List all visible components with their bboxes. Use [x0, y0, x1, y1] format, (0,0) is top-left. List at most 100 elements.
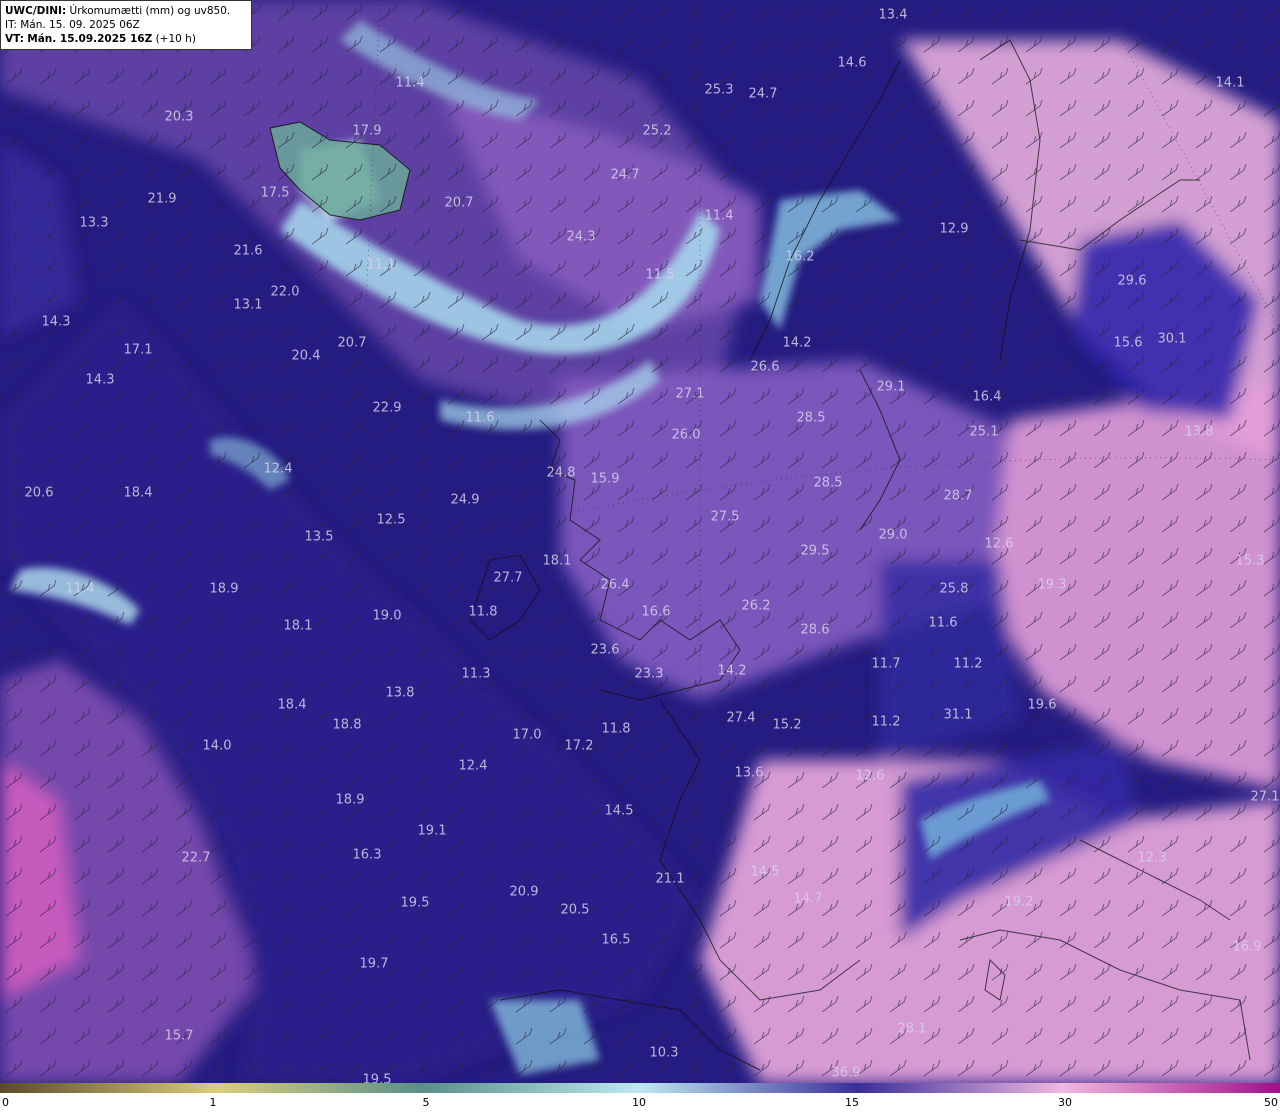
precip-value-label: 18.8 [332, 717, 362, 733]
precip-value-label: 16.5 [601, 932, 631, 948]
precip-value-label: 23.3 [634, 666, 664, 682]
precip-value-label: 12.5 [376, 512, 406, 528]
precip-value-label: 14.6 [837, 55, 867, 71]
precip-value-label: 25.2 [642, 123, 672, 139]
precip-value-label: 20.6 [24, 485, 54, 501]
precip-value-label: 14.0 [202, 738, 232, 754]
precip-value-label: 11.8 [601, 721, 631, 737]
precip-value-label: 11.1 [366, 257, 396, 273]
precip-value-label: 12.6 [855, 768, 885, 784]
precip-value-label: 20.3 [164, 109, 194, 125]
precip-value-label: 21.1 [655, 871, 685, 887]
precip-value-label: 27.4 [726, 710, 756, 726]
precip-value-label: 12.6 [984, 536, 1014, 552]
colorbar-tick: 10 [632, 1096, 646, 1109]
precip-value-label: 19.3 [1037, 577, 1067, 593]
colorbar-tick: 15 [845, 1096, 859, 1109]
precip-value-label: 11.7 [871, 656, 901, 672]
precip-value-label: 15.2 [772, 717, 802, 733]
precip-value-label: 26.6 [750, 359, 780, 375]
precip-value-label: 36.9 [831, 1065, 861, 1081]
precip-value-label: 13.3 [79, 215, 109, 231]
precip-value-label: 13.4 [878, 7, 908, 23]
precip-value-label: 24.7 [748, 86, 778, 102]
precip-value-label: 14.3 [41, 314, 71, 330]
precip-value-label: 28.7 [943, 488, 973, 504]
parameter-label: Úrkomumætti (mm) og uv850. [69, 5, 231, 17]
precip-value-label: 27.1 [1250, 789, 1280, 805]
valid-prefix: VT: [5, 33, 24, 45]
precip-value-label: 29.5 [800, 543, 830, 559]
precip-value-label: 28.5 [813, 475, 843, 491]
precip-value-label: 21.9 [147, 191, 177, 207]
valid-time: Mán. 15.09.2025 16Z [27, 33, 153, 45]
colorbar-strip [0, 1083, 1280, 1093]
precip-value-label: 19.7 [359, 956, 389, 972]
precip-value-label: 29.1 [876, 379, 906, 395]
precip-value-label: 19.5 [362, 1072, 392, 1084]
precip-value-label: 12.4 [263, 461, 293, 477]
precip-value-label: 26.4 [600, 577, 630, 593]
precip-value-label: 28.6 [800, 622, 830, 638]
colorbar-tick: 50 [1264, 1096, 1278, 1109]
precip-value-label: 14.5 [604, 803, 634, 819]
precip-value-label: 16.4 [972, 389, 1002, 405]
precip-value-label: 16.9 [1232, 939, 1262, 955]
precip-value-label: 11.3 [461, 666, 491, 682]
precip-value-label: 19.6 [1027, 697, 1057, 713]
precip-value-label: 26.2 [741, 598, 771, 614]
precip-value-label: 19.5 [400, 895, 430, 911]
precip-value-label: 20.9 [509, 884, 539, 900]
precip-value-label: 17.0 [512, 727, 542, 743]
precip-value-label: 11.2 [871, 714, 901, 730]
precip-value-label: 24.9 [450, 492, 480, 508]
precip-value-label: 13.8 [385, 685, 415, 701]
precip-value-label: 11.6 [465, 410, 495, 426]
precip-value-label: 26.0 [671, 427, 701, 443]
precip-value-label: 11.4 [704, 208, 734, 224]
colorbar-tick: 5 [422, 1096, 430, 1109]
lead-time: (+10 h) [155, 33, 196, 45]
precip-value-label: 12.4 [458, 758, 488, 774]
precip-value-label: 11.2 [953, 656, 983, 672]
precip-value-label: 22.9 [372, 400, 402, 416]
precip-value-label: 19.2 [1004, 894, 1034, 910]
precip-value-label: 31.1 [943, 707, 973, 723]
precip-value-label: 29.6 [1117, 273, 1147, 289]
colorbar-tick: 0 [2, 1096, 9, 1109]
precip-value-label: 11.8 [468, 604, 498, 620]
precip-value-label: 13.5 [304, 529, 334, 545]
precip-value-label: 22.7 [181, 850, 211, 866]
precip-value-label: 11.5 [645, 267, 675, 283]
precip-value-label: 13.6 [734, 765, 764, 781]
colorbar-tick: 1 [209, 1096, 217, 1109]
precip-value-label: 25.1 [969, 424, 999, 440]
precip-value-label: 28.5 [796, 410, 826, 426]
precip-value-label: 15.9 [590, 471, 620, 487]
precip-value-label: 12.9 [939, 221, 969, 237]
precip-value-label: 17.1 [123, 342, 153, 358]
precip-value-label: 10.3 [649, 1045, 679, 1061]
precip-value-label: 14.1 [1215, 75, 1245, 91]
precip-value-label: 15.7 [164, 1028, 194, 1044]
precip-value-label: 13.1 [233, 297, 263, 313]
precip-value-label: 30.1 [1157, 331, 1187, 347]
precip-value-label: 20.7 [337, 335, 367, 351]
precip-value-label: 15.3 [1235, 553, 1265, 569]
colorbar: 0 1 5 10 15 30 50 [0, 1083, 1280, 1115]
precip-value-label: 27.5 [710, 509, 740, 525]
precip-value-label: 16.6 [641, 604, 671, 620]
precip-value-label: 24.7 [610, 167, 640, 183]
precip-value-label: 16.2 [785, 249, 815, 265]
value-labels: 13.4 14.6 25.3 24.7 14.1 11.4 20.3 17.9 25.2 24.7… [0, 0, 1280, 1084]
precip-value-label: 27.7 [493, 570, 523, 586]
precip-value-label: 24.3 [566, 229, 596, 245]
precip-value-label: 17.9 [352, 123, 382, 139]
precip-value-label: 22.0 [270, 284, 300, 300]
precip-value-label: 23.6 [590, 642, 620, 658]
precip-value-label: 19.1 [417, 823, 447, 839]
precip-value-label: 18.4 [277, 697, 307, 713]
precip-value-label: 17.2 [564, 738, 594, 754]
precip-value-label: 18.1 [283, 618, 313, 634]
precip-value-label: 29.0 [878, 527, 908, 543]
